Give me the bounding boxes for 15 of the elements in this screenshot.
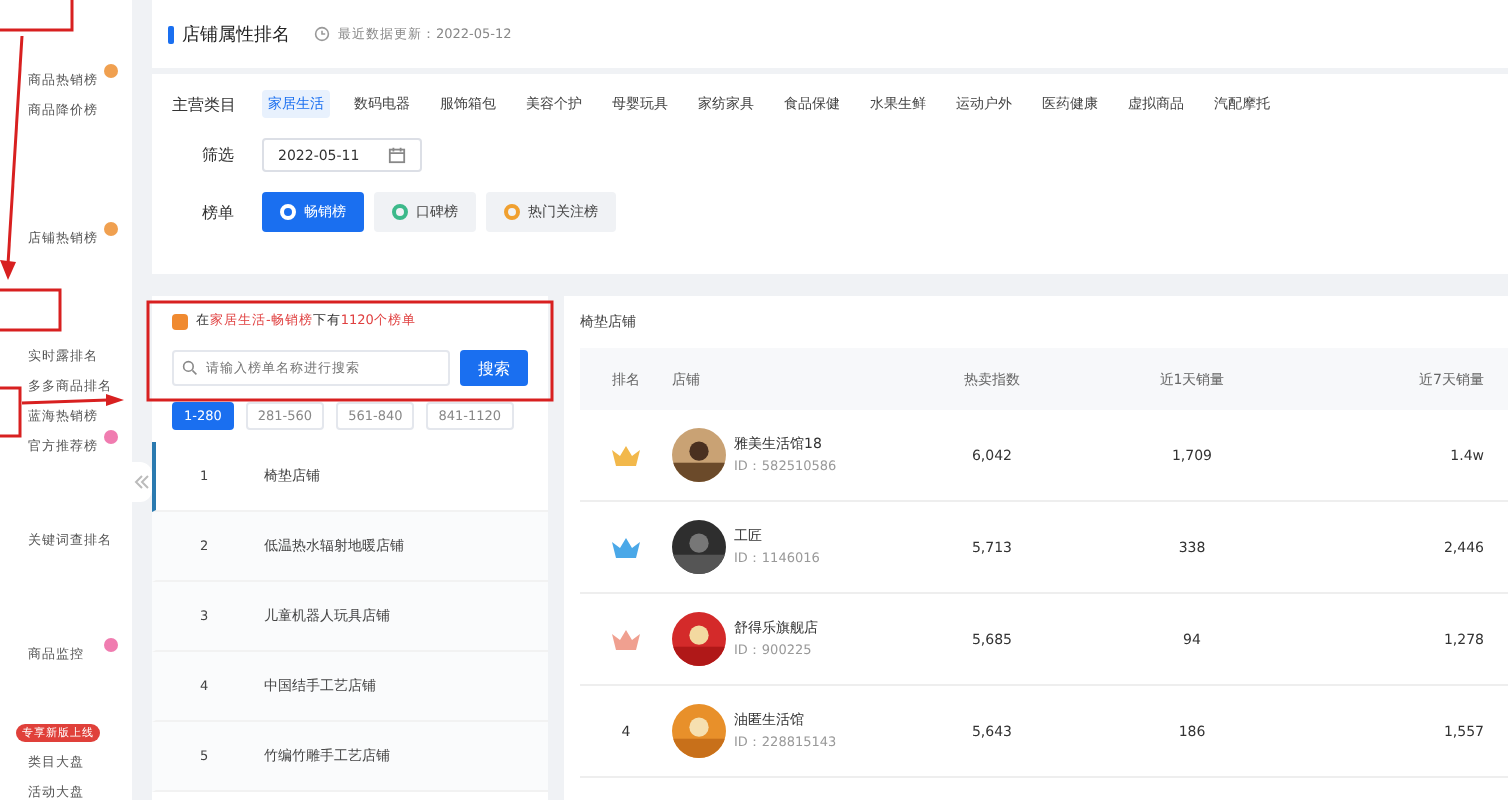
annotation-box	[0, 288, 62, 332]
annotation-box	[0, 0, 74, 32]
page-title: 店铺属性排名	[182, 23, 290, 47]
collapse-handle[interactable]	[132, 462, 152, 502]
search-button[interactable]: 搜索	[460, 350, 528, 386]
chevron-left-icon	[134, 474, 150, 490]
search-icon	[182, 360, 198, 376]
filter-label: 主营类目	[172, 93, 238, 115]
trophy-icon	[172, 313, 188, 329]
filter-label: 榜单	[200, 201, 236, 223]
annotation-arrow	[21, 394, 124, 406]
annotation-box	[0, 386, 22, 438]
filter-label: 筛选	[200, 144, 236, 166]
clock-icon	[314, 26, 330, 42]
calendar-icon	[387, 146, 406, 164]
